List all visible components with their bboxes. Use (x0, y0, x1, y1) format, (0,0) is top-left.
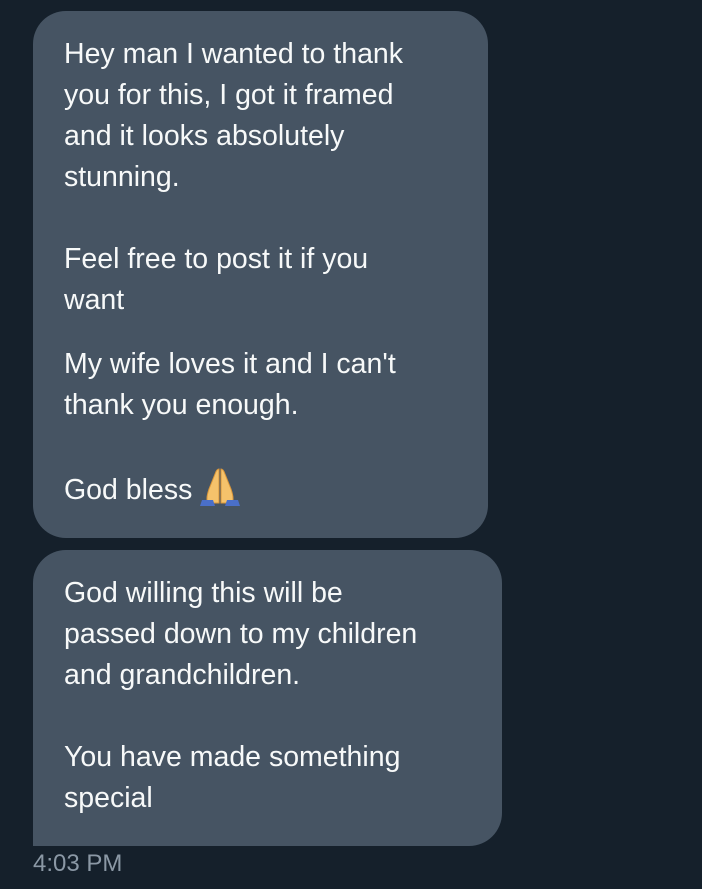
message-bubble-received[interactable]: Hey man I wanted to thank you for this, … (33, 11, 488, 538)
message-paragraph-with-emoji: God bless (64, 467, 458, 519)
message-paragraph: God willing this will be passed down to … (64, 577, 418, 691)
message-paragraph: Feel free to post it if you want (64, 243, 369, 316)
message-paragraph: You have made something special (64, 741, 401, 814)
folded-hands-icon (198, 467, 242, 519)
message-paragraph: God bless (64, 474, 193, 506)
message-paragraph: Hey man I wanted to thank you for this, … (64, 38, 404, 193)
message-bubble-received[interactable]: God willing this will be passed down to … (33, 550, 502, 846)
message-paragraph: My wife loves it and I can't thank you e… (64, 348, 396, 421)
message-timestamp: 4:03 PM (33, 850, 123, 877)
message-thread: Hey man I wanted to thank you for this, … (0, 0, 702, 889)
